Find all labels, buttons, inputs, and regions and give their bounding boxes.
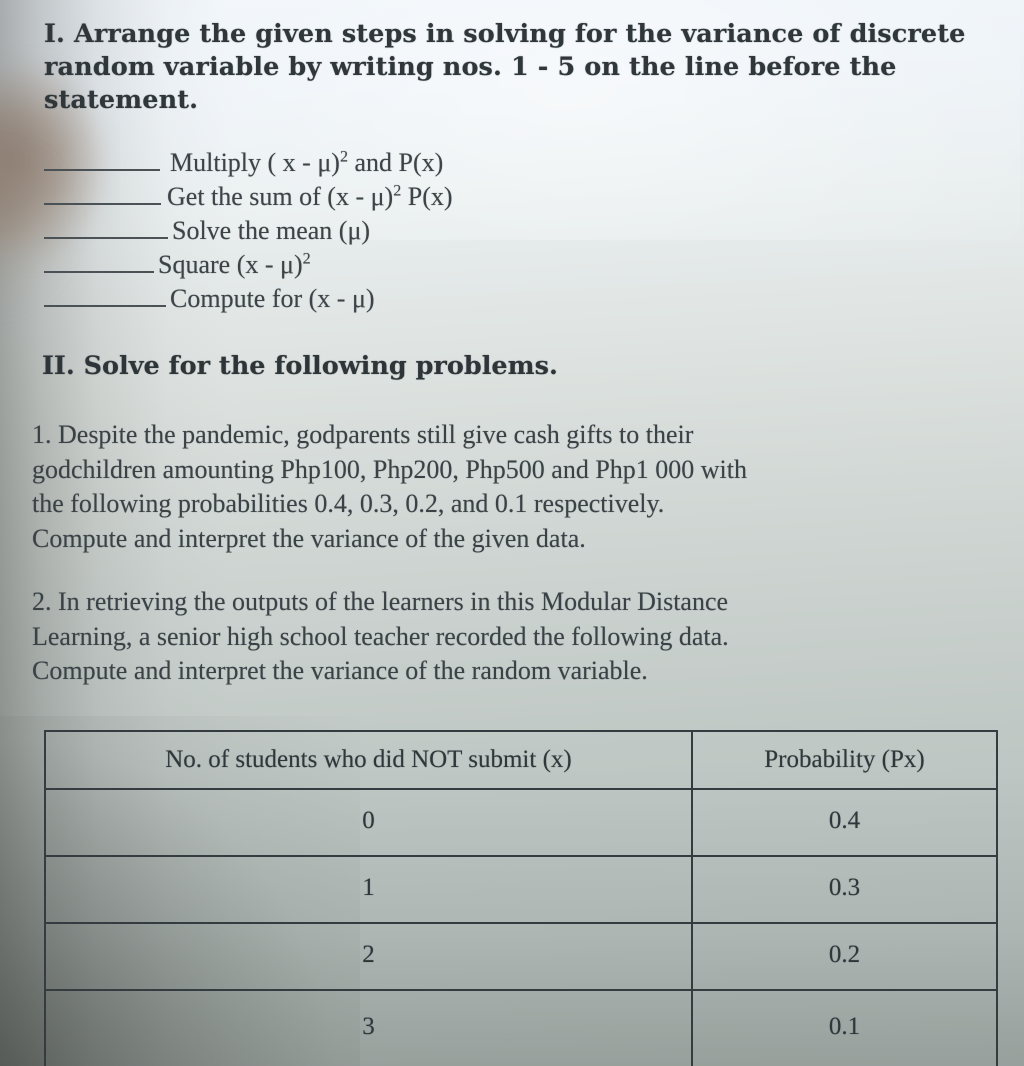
arrange-step-item: Compute for (x - μ) [44,282,664,316]
instruction-line: statement. [44,85,199,115]
table-header-row: No. of students who did NOT submit (x) P… [44,730,998,790]
table-row: 3 0.1 [44,989,998,1066]
arrange-steps-list: Multiply ( x - μ)2 and P(x) Get the sum o… [44,146,664,316]
cell-x-value: 2 [44,922,693,991]
arrange-step-item: Multiply ( x - μ)2 and P(x) [44,146,664,180]
arrange-step-label: Multiply ( x - μ)2 and P(x) [170,148,444,177]
part-two-heading: II. Solve for the following problems. [42,351,558,381]
answer-blank-line[interactable] [44,181,161,205]
problem-line: 2. In retrieving the outputs of the lear… [32,587,729,616]
arrange-step-item: Square (x - μ)2 [44,248,664,282]
worksheet-page: I. Arrange the given steps in solving fo… [0,0,1024,1066]
table-row: 0 0.4 [44,788,998,857]
cell-x-value: 0 [44,788,693,857]
table-row: 2 0.2 [44,922,998,991]
cell-x-value: 3 [44,989,693,1066]
problem-line: godchildren amounting Php100, Php200, Ph… [32,454,747,484]
cell-probability-value: 0.4 [691,788,998,857]
cell-probability-value: 0.2 [691,922,998,991]
table-row: 1 0.3 [44,855,998,924]
arrange-step-item: Solve the mean (μ) [44,214,664,248]
cell-probability-value: 0.3 [691,855,998,924]
problem-line: the following probabilities 0.4, 0.3, 0.… [32,489,665,518]
problem-line: 1. Despite the pandemic, godparents stil… [32,420,694,449]
instruction-line: random variable by writing nos. 1 - 5 on… [44,52,897,82]
arrange-step-label: Compute for (x - μ) [170,284,375,313]
problem-line: Compute and interpret the variance of th… [32,523,586,553]
arrange-step-label: Square (x - μ)2 [158,250,311,279]
answer-blank-line[interactable] [44,147,160,171]
problem-1: 1. Despite the pandemic, godparents stil… [32,418,1017,556]
arrange-step-item: Get the sum of (x - μ)2 P(x) [44,180,664,214]
part-one-instruction: I. Arrange the given steps in solving fo… [44,18,1009,117]
cell-x-value: 1 [44,855,693,924]
answer-blank-line[interactable] [44,249,154,273]
problem-line: Compute and interpret the variance of th… [32,656,648,685]
arrange-step-label: Get the sum of (x - μ)2 P(x) [167,182,453,211]
arrange-step-label: Solve the mean (μ) [172,216,371,245]
instruction-line: I. Arrange the given steps in solving fo… [44,19,966,49]
problem-line: Learning, a senior high school teacher r… [32,621,729,651]
answer-blank-line[interactable] [44,283,166,307]
probability-distribution-table: No. of students who did NOT submit (x) P… [44,730,998,1066]
answer-blank-line[interactable] [44,215,168,239]
cell-probability-value: 0.1 [691,989,998,1066]
problem-2: 2. In retrieving the outputs of the lear… [32,585,1017,689]
column-header-probability: Probability (Px) [691,730,998,790]
column-header-x: No. of students who did NOT submit (x) [44,730,693,790]
